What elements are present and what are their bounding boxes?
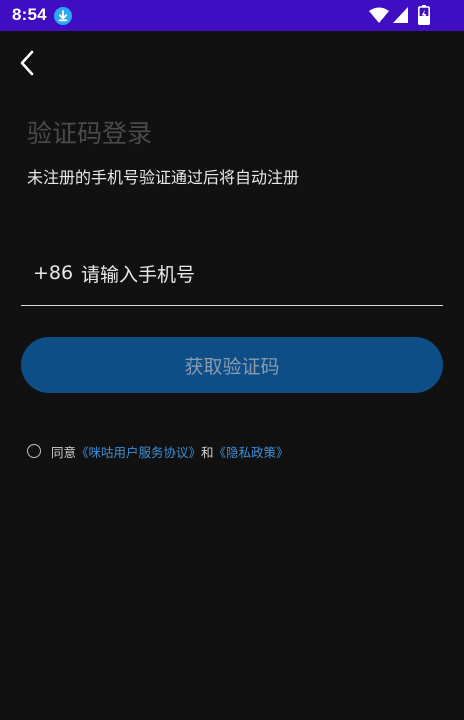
signal-icon xyxy=(393,7,408,23)
get-code-button[interactable]: 获取验证码 xyxy=(21,337,443,393)
page-title: 验证码登录 xyxy=(27,119,153,148)
phone-underline xyxy=(21,305,443,306)
login-screen: 8:54 验证码登录 未注册的手机号验证通过后将自动注册 +86 获取验证码 xyxy=(0,0,464,720)
privacy-policy-link[interactable]: 《隐私政策》 xyxy=(214,442,289,461)
wifi-icon xyxy=(369,7,389,23)
chevron-left-icon xyxy=(20,50,34,76)
battery-icon xyxy=(418,5,430,25)
agreement-row: 同意 《咪咕用户服务协议》 和 《隐私政策》 xyxy=(27,441,289,461)
user-agreement-link[interactable]: 《咪咕用户服务协议》 xyxy=(76,442,201,461)
phone-row: +86 xyxy=(21,252,443,304)
subtitle: 未注册的手机号验证通过后将自动注册 xyxy=(27,168,300,187)
country-code[interactable]: +86 xyxy=(33,262,73,284)
download-icon xyxy=(54,7,72,25)
agree-checkbox[interactable] xyxy=(27,444,41,458)
back-button[interactable] xyxy=(10,46,44,80)
agreement-conjunction: 和 xyxy=(201,444,214,460)
agreement-prefix: 同意 xyxy=(51,444,77,460)
phone-input[interactable] xyxy=(81,256,431,294)
status-time: 8:54 xyxy=(12,5,47,24)
status-bar: 8:54 xyxy=(0,0,464,31)
